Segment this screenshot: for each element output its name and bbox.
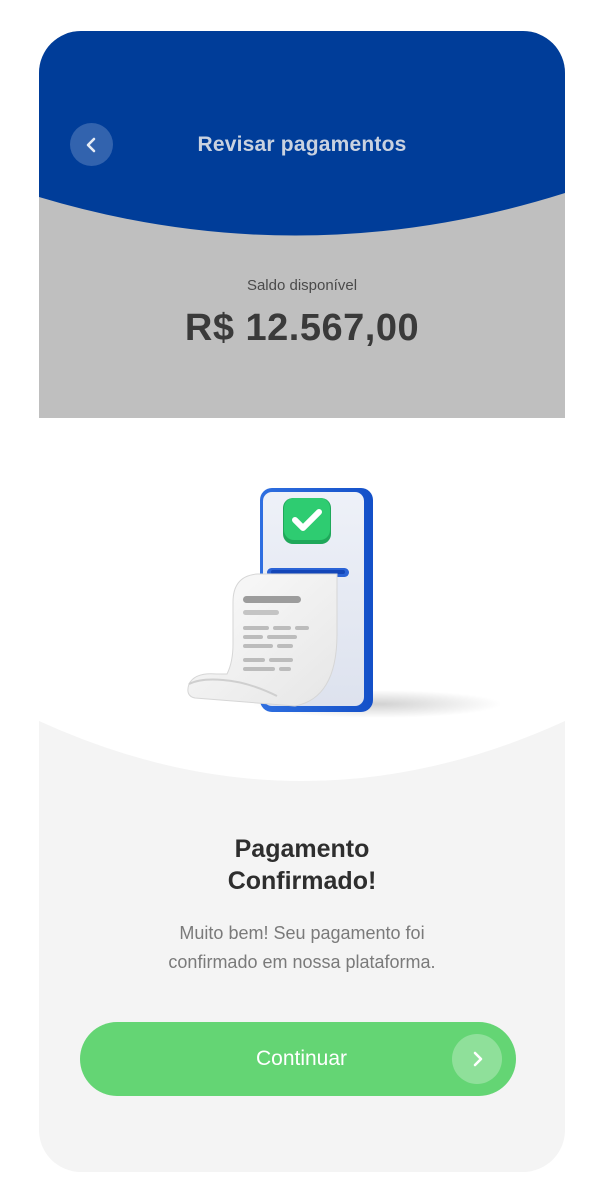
- confirmation-title-line2: Confirmado!: [227, 867, 377, 895]
- balance-section: Revisar pagamentos Saldo disponível R$ 1…: [39, 31, 565, 418]
- balance-value: R$ 12.567,00: [184, 307, 420, 349]
- confirmation-message: Muito bem! Seu pagamento foi confirmado …: [39, 919, 565, 977]
- confirmation-message-line2: confirmado em nossa plataforma.: [168, 952, 436, 972]
- continue-button[interactable]: Continuar: [80, 1022, 516, 1096]
- chevron-right-icon: [473, 1051, 483, 1067]
- continue-arrow: [452, 1034, 502, 1084]
- page-title: Revisar pagamentos: [197, 133, 407, 156]
- balance-label: Saldo disponível: [246, 277, 358, 294]
- confirmation-title: Pagamento Confirmado!: [39, 833, 565, 897]
- payment-confirmation-card: Revisar pagamentos Saldo disponível R$ 1…: [39, 31, 565, 1172]
- phone-receipt-check-icon: [187, 488, 502, 718]
- header-wave: [39, 31, 565, 236]
- confirmation-title-line1: Pagamento: [234, 835, 370, 863]
- confirmation-message-line1: Muito bem! Seu pagamento foi: [179, 923, 425, 943]
- header-bar: Revisar pagamentos: [39, 123, 565, 167]
